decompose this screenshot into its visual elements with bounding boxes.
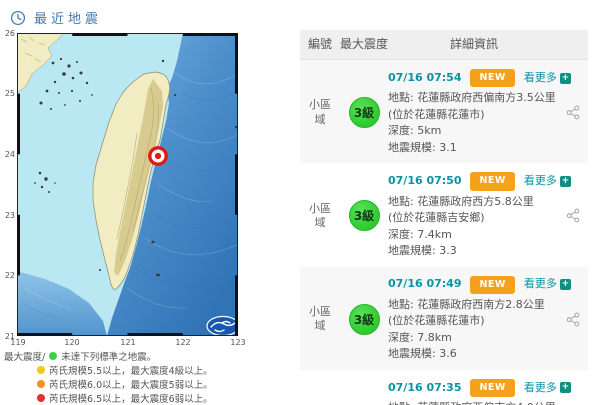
- lon-tick: 120: [59, 338, 85, 347]
- legend-dot-orange: [37, 380, 45, 388]
- region-label: 小區域: [300, 202, 340, 231]
- legend-label: 最大震度/: [4, 349, 45, 363]
- share-icon[interactable]: [560, 208, 586, 223]
- region-label: 小區域: [300, 98, 340, 127]
- lat-tick: 23: [1, 211, 15, 220]
- legend-item-text: 芮氏規模6.5以上，最大震度6弱以上。: [49, 391, 213, 405]
- intensity-badge: 3級: [349, 97, 380, 128]
- lat-tick: 26: [1, 29, 15, 38]
- lon-tick: 123: [225, 338, 251, 347]
- lat-tick: 22: [1, 271, 15, 280]
- legend-item-text: 未達下列標準之地震。: [61, 349, 156, 363]
- epicenter-marker[interactable]: [150, 148, 166, 164]
- see-more-link[interactable]: 看更多+: [524, 70, 571, 87]
- cwb-logo: [207, 317, 238, 336]
- new-badge: NEW: [470, 172, 514, 190]
- earthquake-list-panel: 編號 最大震度 詳細資訊 小區域 3級 07/16 07:54 NEW 看更多+…: [300, 30, 588, 405]
- lon-tick: 119: [5, 338, 31, 347]
- plus-icon[interactable]: +: [560, 382, 571, 393]
- quake-time: 07/16 07:50: [388, 173, 461, 190]
- clock-icon: [10, 10, 26, 26]
- legend-item-text: 芮氏規模5.5以上，最大震度4級以上。: [49, 363, 213, 377]
- lat-tick: 25: [1, 89, 15, 98]
- page-title: 最近地震: [34, 8, 102, 27]
- map-canvas[interactable]: [17, 33, 238, 336]
- col-header-intensity: 最大震度: [340, 36, 388, 54]
- lat-tick: 24: [1, 150, 15, 159]
- table-row: 小區域 3級 07/16 07:49 NEW 看更多+ 地點: 花蓮縣政府西南方…: [300, 267, 588, 370]
- col-header-id: 編號: [300, 36, 340, 54]
- new-badge: NEW: [470, 69, 514, 87]
- col-header-details: 詳細資訊: [388, 36, 560, 54]
- plus-icon[interactable]: +: [560, 73, 571, 84]
- quake-time: 07/16 07:49: [388, 276, 461, 293]
- quake-location-sub: (位於花蓮縣花蓮市): [388, 107, 556, 124]
- table-row: 小區域 3級 07/16 07:54 NEW 看更多+ 地點: 花蓮縣政府西偏南…: [300, 60, 588, 163]
- see-more-link[interactable]: 看更多+: [524, 276, 571, 293]
- table-header: 編號 最大震度 詳細資訊: [300, 30, 588, 60]
- new-badge: NEW: [470, 276, 514, 294]
- quake-depth: 深度: 5km: [388, 123, 556, 140]
- region-label: 小區域: [300, 305, 340, 334]
- recent-earthquakes-page: 最近地震: [0, 0, 600, 405]
- plus-icon[interactable]: +: [560, 176, 571, 187]
- share-icon[interactable]: [560, 312, 586, 327]
- legend-dot-yellow: [37, 366, 45, 374]
- legend-dot-green: [49, 352, 57, 360]
- share-icon[interactable]: [560, 105, 586, 120]
- quake-time: 07/16 07:35: [388, 380, 461, 397]
- quake-location: 地點: 花蓮縣政府西南方2.8公里: [388, 297, 556, 314]
- table-row: 小區域 3級 07/16 07:50 NEW 看更多+ 地點: 花蓮縣政府西方5…: [300, 163, 588, 266]
- plus-icon[interactable]: +: [560, 279, 571, 290]
- lon-tick: 122: [170, 338, 196, 347]
- legend-dot-red: [37, 394, 45, 402]
- taiwan-earthquake-map[interactable]: 26 25 24 23 22 21 119 120 121 122 123 最大…: [0, 28, 300, 405]
- intensity-badge: 3級: [349, 304, 380, 335]
- page-header: 最近地震: [10, 8, 102, 27]
- new-badge: NEW: [470, 379, 514, 397]
- intensity-badge: 3級: [349, 200, 380, 231]
- quake-magnitude: 地震規模: 3.6: [388, 346, 556, 363]
- quake-time: 07/16 07:54: [388, 70, 461, 87]
- legend-item-text: 芮氏規模6.0以上，最大震度5弱以上。: [49, 377, 213, 391]
- see-more-link[interactable]: 看更多+: [524, 173, 571, 190]
- quake-location: 地點: 花蓮縣政府西偏南方4.0公里: [388, 400, 556, 405]
- table-row: 小區域 3級 07/16 07:35 NEW 看更多+ 地點: 花蓮縣政府西偏南…: [300, 370, 588, 405]
- quake-location-sub: (位於花蓮縣花蓮市): [388, 313, 556, 330]
- quake-location: 地點: 花蓮縣政府西偏南方3.5公里: [388, 90, 556, 107]
- quake-depth: 深度: 7.4km: [388, 227, 556, 244]
- quake-depth: 深度: 7.8km: [388, 330, 556, 347]
- quake-magnitude: 地震規模: 3.1: [388, 140, 556, 157]
- lon-tick: 121: [115, 338, 141, 347]
- quake-location: 地點: 花蓮縣政府西方5.8公里: [388, 194, 556, 211]
- quake-location-sub: (位於花蓮縣吉安鄉): [388, 210, 556, 227]
- quake-magnitude: 地震規模: 3.3: [388, 243, 556, 260]
- see-more-link[interactable]: 看更多+: [524, 380, 571, 397]
